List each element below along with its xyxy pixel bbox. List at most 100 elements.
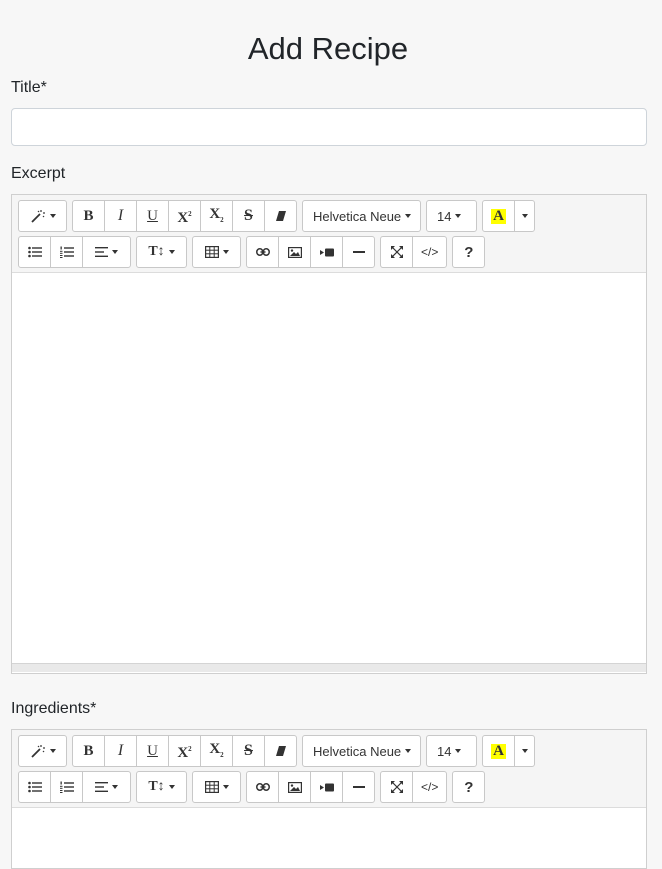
superscript-mark: 2 (188, 210, 192, 218)
help-icon: ? (464, 778, 474, 796)
strikethrough-button[interactable]: S (232, 200, 265, 232)
underline-icon: U (147, 207, 158, 224)
strikethrough-icon: S (244, 742, 253, 759)
chevron-down-icon (168, 250, 175, 254)
strikethrough-icon: S (244, 207, 253, 224)
fullscreen-button[interactable] (380, 771, 413, 803)
fullscreen-button[interactable] (380, 236, 413, 268)
picture-button[interactable] (278, 771, 311, 803)
highlight-color-button[interactable]: A (482, 735, 515, 767)
link-button[interactable] (246, 771, 279, 803)
ordered-list-button[interactable] (50, 771, 83, 803)
line-height-dropdown[interactable]: T↕ (136, 236, 187, 268)
excerpt-label: Excerpt (11, 165, 66, 182)
font-family-dropdown[interactable]: Helvetica Neue (302, 735, 421, 767)
font-family-value: Helvetica Neue (313, 743, 402, 759)
unordered-list-icon (27, 781, 42, 793)
superscript-icon: X2 (177, 740, 191, 762)
chevron-down-icon (112, 785, 118, 789)
superscript-glyph: X (177, 745, 189, 761)
subscript-glyph: X (209, 206, 221, 222)
horizontal-rule-button[interactable] (342, 236, 375, 268)
table-dropdown[interactable] (192, 236, 241, 268)
help-button[interactable]: ? (452, 771, 486, 803)
font-size-dropdown[interactable]: 14 (426, 735, 477, 767)
unordered-list-button[interactable] (18, 771, 51, 803)
highlight-color-button[interactable]: A (482, 200, 515, 232)
bold-button[interactable]: B (72, 200, 105, 232)
magic-icon (30, 744, 46, 758)
paragraph-align-dropdown[interactable] (82, 771, 131, 803)
chevron-down-icon (49, 214, 56, 218)
subscript-mark: 2 (220, 751, 224, 759)
ingredients-label: Ingredients* (11, 700, 97, 717)
chevron-down-icon (112, 250, 118, 254)
code-view-icon: </> (421, 780, 439, 794)
underline-icon: U (147, 742, 158, 759)
table-dropdown[interactable] (192, 771, 241, 803)
magic-icon (30, 209, 46, 223)
italic-button[interactable]: I (104, 735, 137, 767)
line-height-glyph: T (148, 779, 158, 794)
subscript-mark: 2 (220, 216, 224, 224)
video-button[interactable] (310, 236, 343, 268)
table-icon (204, 246, 219, 258)
horizontal-rule-button[interactable] (342, 771, 375, 803)
video-button[interactable] (310, 771, 343, 803)
line-height-dropdown[interactable]: T↕ (136, 771, 187, 803)
ordered-list-icon (59, 781, 74, 793)
paragraph-align-dropdown[interactable] (82, 236, 131, 268)
ingredients-editor: B I U X2 X2 S Helvetica Neue 14 A T↕ </>… (11, 729, 647, 869)
link-icon (255, 248, 270, 256)
help-button[interactable]: ? (452, 236, 486, 268)
superscript-button[interactable]: X2 (168, 200, 201, 232)
unordered-list-button[interactable] (18, 236, 51, 268)
code-view-icon: </> (421, 245, 439, 259)
title-input[interactable] (11, 108, 647, 146)
fullscreen-icon (390, 246, 403, 258)
subscript-button[interactable]: X2 (200, 735, 233, 767)
font-size-dropdown[interactable]: 14 (426, 200, 477, 232)
superscript-mark: 2 (188, 745, 192, 753)
chevron-down-icon (521, 749, 528, 753)
font-size-value: 14 (437, 743, 452, 759)
superscript-button[interactable]: X2 (168, 735, 201, 767)
chevron-down-icon (222, 250, 229, 254)
excerpt-editable-area[interactable] (12, 273, 646, 663)
code-view-button[interactable]: </> (412, 236, 448, 268)
underline-button[interactable]: U (136, 735, 169, 767)
color-dropdown-button[interactable] (514, 200, 535, 232)
italic-button[interactable]: I (104, 200, 137, 232)
ordered-list-button[interactable] (50, 236, 83, 268)
line-height-glyph: T (148, 244, 158, 259)
title-label: Title* (11, 79, 47, 96)
italic-icon: I (117, 742, 124, 759)
color-dropdown-button[interactable] (514, 735, 535, 767)
line-height-icon: T↕ (148, 244, 165, 259)
eraser-icon (275, 210, 287, 222)
subscript-button[interactable]: X2 (200, 200, 233, 232)
link-button[interactable] (246, 236, 279, 268)
ingredients-editable-area[interactable] (12, 808, 646, 868)
line-height-icon: T↕ (148, 779, 165, 794)
chevron-down-icon (405, 749, 412, 753)
excerpt-resize-handle[interactable] (12, 663, 646, 672)
help-icon: ? (464, 243, 474, 261)
bold-icon: B (83, 207, 94, 224)
picture-button[interactable] (278, 236, 311, 268)
underline-button[interactable]: U (136, 200, 169, 232)
bold-button[interactable]: B (72, 735, 105, 767)
clear-format-button[interactable] (264, 735, 297, 767)
clear-format-button[interactable] (264, 200, 297, 232)
font-size-value: 14 (437, 208, 452, 224)
code-view-button[interactable]: </> (412, 771, 448, 803)
style-dropdown-button[interactable] (18, 200, 67, 232)
subscript-glyph: X (209, 741, 221, 757)
font-family-dropdown[interactable]: Helvetica Neue (302, 200, 421, 232)
style-dropdown-button[interactable] (18, 735, 67, 767)
chevron-down-icon (49, 749, 56, 753)
strikethrough-button[interactable]: S (232, 735, 265, 767)
chevron-down-icon (168, 785, 175, 789)
superscript-icon: X2 (177, 205, 191, 227)
subscript-icon: X2 (209, 206, 223, 226)
